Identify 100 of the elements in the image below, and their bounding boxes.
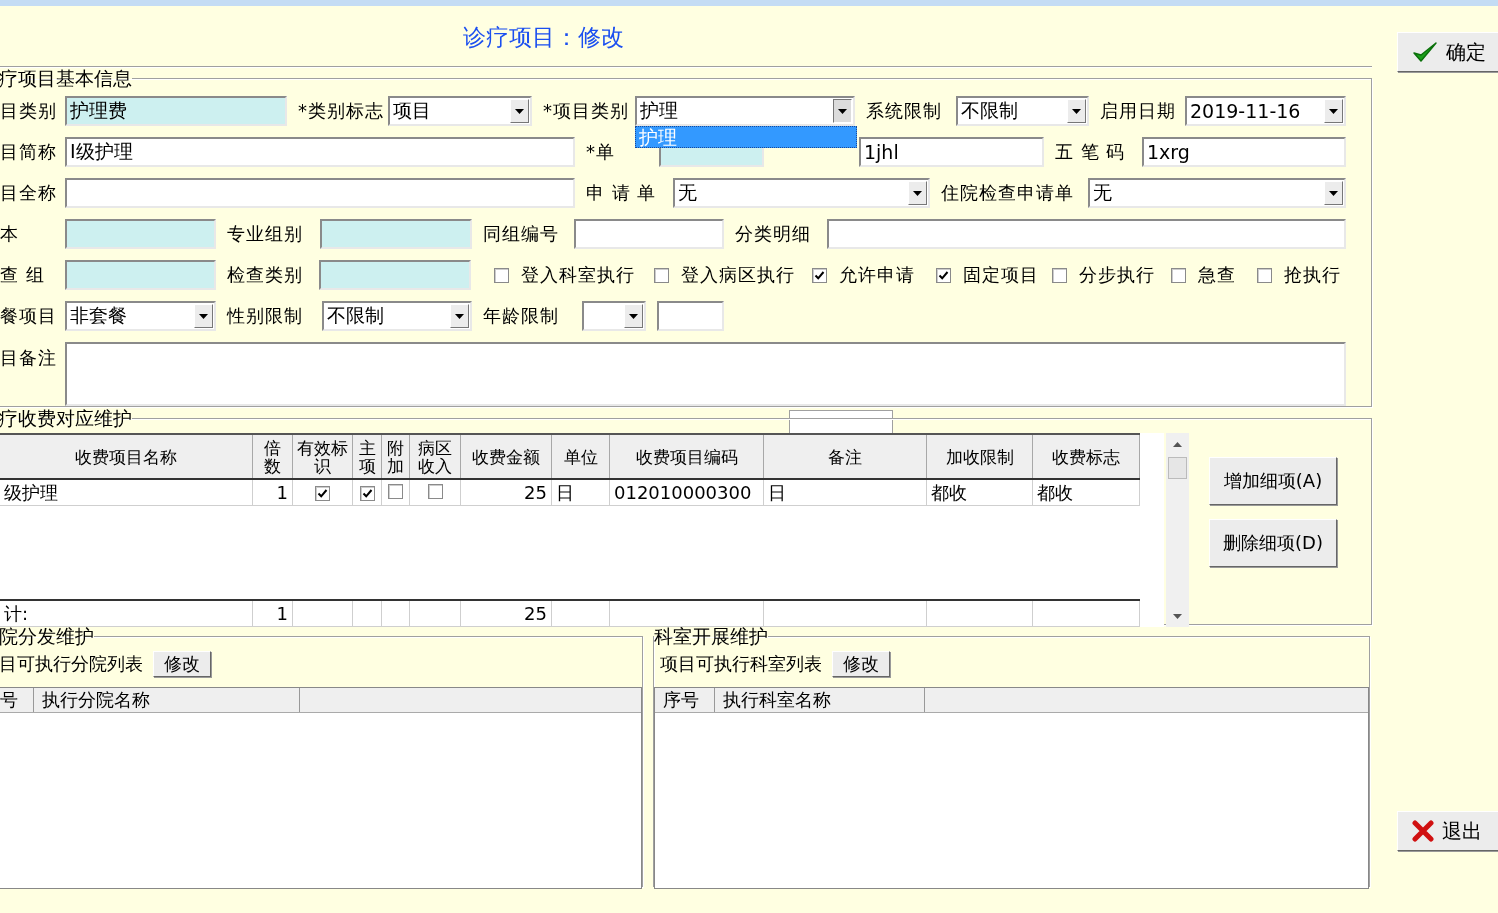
edit-button[interactable]: 修改 [832,651,890,677]
text-field[interactable] [657,301,724,331]
column-header[interactable]: 有效标识 [292,434,353,479]
text-field[interactable] [574,219,724,249]
field-label: 启用日期 [1100,99,1176,123]
text-field[interactable] [65,178,575,208]
checkbox-label: 登入科室执行 [521,263,635,287]
column-header[interactable]: 病区收入 [409,434,461,479]
table-cell-text: 1 [276,603,288,624]
column-header[interactable]: 执行科室名称 [715,688,925,712]
checkbox[interactable] [1171,267,1186,283]
field-label: 目类别 [0,99,57,123]
exit-button[interactable]: 退出 [1397,811,1498,851]
field-label: 目备注 [0,346,57,370]
table-cell-text: 1 [276,482,288,503]
edit-button[interactable]: 修改 [153,651,211,677]
text-field[interactable] [65,260,216,290]
checkbox[interactable] [359,486,375,501]
checkbox[interactable] [936,267,951,283]
dropdown[interactable]: 项目 [388,96,532,126]
text-field[interactable]: 1jhl [859,137,1044,167]
text-field[interactable] [827,219,1346,249]
group-title: 疗收费对应维护 [0,407,132,429]
field-label: *类别标志 [298,99,384,123]
group-title: 科室开展维护 [654,625,768,647]
text-field[interactable] [319,260,471,290]
field-label: 本 [0,222,19,246]
column-header[interactable]: 收费标志 [1032,434,1140,479]
column-header[interactable]: 单位 [551,434,610,479]
checkbox-label: 分步执行 [1079,263,1155,287]
checkbox[interactable] [1052,267,1067,283]
caret-icon [455,313,464,319]
table-cell-text: 日 [768,481,786,503]
field-label: 分类明细 [735,222,811,246]
column-header[interactable]: 序号 [655,688,715,712]
column-header[interactable]: 号 [0,688,34,712]
scroll-thumb[interactable] [1168,457,1187,479]
checkbox[interactable] [1257,267,1272,283]
dropdown[interactable] [582,301,646,331]
column-header[interactable]: 执行分院名称 [34,688,300,712]
window-title: 诊疗项目：修改 [463,24,624,50]
grid-button[interactable]: 删除细项(D) [1209,519,1337,567]
field-label: 目全称 [0,181,57,205]
list-caption: 项目可执行科室列表 [660,652,822,676]
field-label: 目简称 [0,140,57,164]
text-field[interactable]: 1xrg [1142,137,1346,167]
caret-down-icon[interactable] [1173,613,1182,619]
confirm-button[interactable]: 确定 [1397,32,1498,72]
checkbox[interactable] [812,267,827,283]
column-header[interactable]: 倍数 [252,434,293,479]
column-header[interactable]: 收费金额 [460,434,552,479]
dropdown[interactable]: 不限制 [322,301,472,331]
table-cell-text: 级护理 [4,481,58,503]
field-label: 检查类别 [227,263,303,287]
column-header[interactable]: 加收限制 [926,434,1033,479]
text-field[interactable]: 护理费 [65,96,287,126]
caret-icon [838,108,847,114]
grid-button[interactable]: 增加细项(A) [1209,457,1337,505]
text-field[interactable] [320,219,472,249]
field-label: 专业组别 [227,222,303,246]
dropdown[interactable]: 无 [1088,178,1346,208]
checkmark-icon [1412,40,1438,64]
checkbox[interactable] [494,267,509,283]
group-title: 疗项目基本信息 [0,67,132,89]
checkbox[interactable] [388,484,403,499]
column-header[interactable]: 备注 [763,434,927,479]
dropdown[interactable]: 非套餐 [65,301,216,331]
text-area[interactable] [65,342,1346,406]
table-cell-text: 25 [524,482,547,503]
table-cell-text: 日 [556,481,574,503]
field-label: 住院检查申请单 [941,181,1074,205]
close-icon [1412,820,1434,842]
column-header[interactable]: 收费项目编码 [609,434,764,479]
table-cell-text: 25 [524,603,547,624]
field-label: 系统限制 [866,99,942,123]
caret-icon [629,313,638,319]
table-cell-text: 012010000300 [614,482,752,503]
caret-icon [1329,108,1338,114]
column-header[interactable]: 主项 [352,434,382,479]
caret-up-icon[interactable] [1173,441,1182,447]
table-cell-text: 都收 [931,481,967,503]
caret-icon [1072,108,1081,114]
column-header[interactable]: 收费项目名称 [0,434,253,479]
caret-icon [1329,190,1338,196]
scrollbar[interactable] [1166,433,1189,627]
checkbox[interactable] [427,484,443,499]
dropdown[interactable]: 护理 [635,96,855,126]
column-header[interactable]: 附加 [381,434,410,479]
checkbox[interactable] [315,486,330,501]
field-label: 五 笔 码 [1055,140,1126,164]
checkbox-label: 允许申请 [839,263,915,287]
text-field[interactable] [65,219,216,249]
dropdown[interactable]: 不限制 [956,96,1089,126]
dropdown[interactable]: 无 [673,178,930,208]
table-cell-text: 计: [4,602,29,624]
text-field[interactable]: Ⅰ级护理 [65,137,575,167]
field-label: *项目类别 [543,99,629,123]
dropdown[interactable]: 2019-11-16 [1185,96,1346,126]
checkbox[interactable] [654,267,669,283]
dropdown-button[interactable] [833,99,852,123]
